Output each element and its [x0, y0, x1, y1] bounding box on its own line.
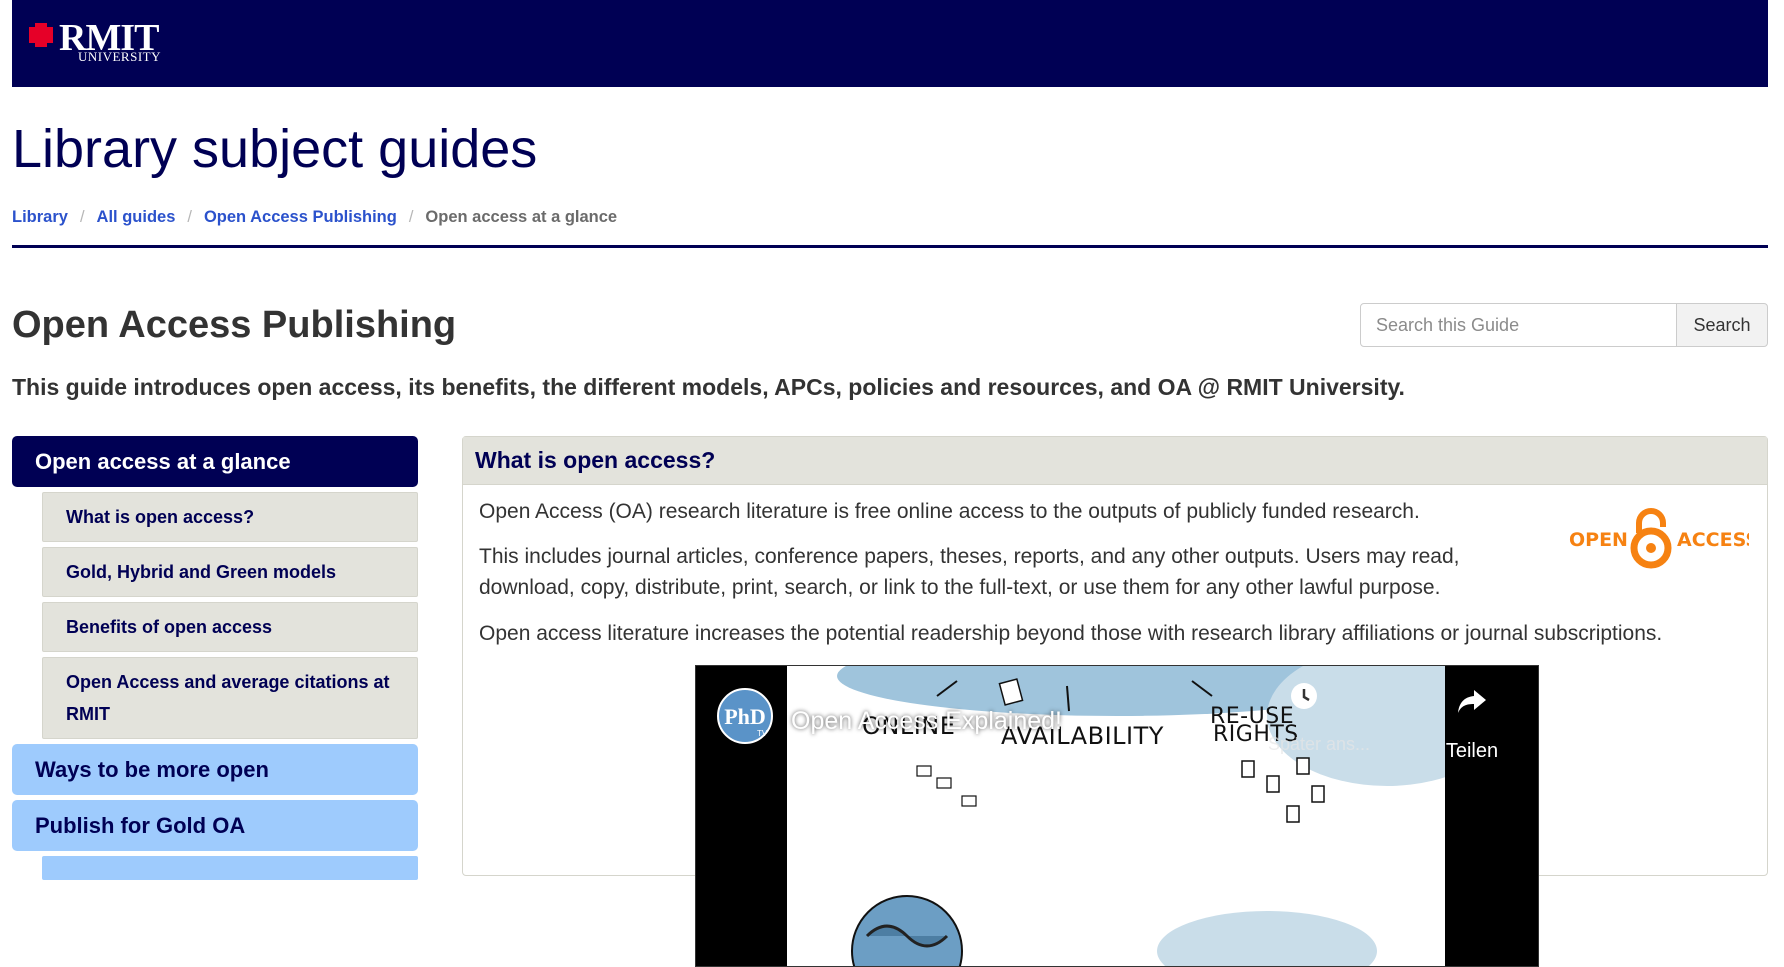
nav-item-ways-to-be-more-open[interactable]: Ways to be more open [12, 744, 418, 795]
rmit-logo[interactable]: RMIT UNIVERSITY [26, 18, 166, 72]
share-button[interactable]: Teilen [1436, 686, 1508, 762]
share-arrow-icon [1458, 690, 1486, 713]
video-player[interactable]: ONLINE AVAILABILITY RE-USE RIGHTS PhD TV… [695, 665, 1539, 967]
open-access-logo: OPEN ACCESS [1569, 508, 1749, 569]
nav-subitem-what-is-open-access[interactable]: What is open access? [42, 492, 418, 542]
search-input[interactable] [1360, 303, 1677, 347]
open-lock-icon [1630, 508, 1672, 569]
breadcrumb-current: Open access at a glance [425, 208, 618, 226]
search-button[interactable]: Search [1676, 303, 1768, 347]
guide-search: Search [1360, 303, 1768, 347]
watch-later-button[interactable]: Später ans... [1268, 681, 1370, 754]
oa-logo-right: ACCESS [1677, 529, 1749, 551]
breadcrumb-separator: / [408, 208, 414, 226]
box-heading: What is open access? [463, 437, 1767, 485]
guide-title: Open Access Publishing [12, 304, 457, 346]
nav-subitem-models[interactable]: Gold, Hybrid and Green models [42, 547, 418, 597]
breadcrumb-library[interactable]: Library [12, 208, 68, 226]
guide-description: This guide introduces open access, its b… [12, 374, 1405, 400]
breadcrumb: Library / All guides / Open Access Publishin… [12, 206, 617, 228]
svg-text:PhD: PhD [724, 704, 766, 729]
paragraph: This includes journal articles, conferen… [479, 545, 1460, 599]
logo-subtitle: UNIVERSITY [78, 49, 161, 64]
channel-avatar-icon[interactable]: PhD TV [715, 686, 775, 746]
breadcrumb-all-guides[interactable]: All guides [97, 208, 176, 226]
watch-later-label: Später ans... [1268, 734, 1371, 754]
nav-subitem-partial[interactable] [42, 856, 418, 880]
content-box: What is open access? Open Access (OA) re… [462, 436, 1768, 967]
clock-icon [1291, 683, 1317, 709]
breadcrumb-separator: / [187, 208, 192, 226]
breadcrumb-guide[interactable]: Open Access Publishing [204, 208, 397, 226]
nav-subitem-benefits[interactable]: Benefits of open access [42, 602, 418, 652]
share-label: Teilen [1445, 740, 1499, 762]
nav-item-open-access-at-a-glance[interactable]: Open access at a glance [12, 436, 418, 487]
site-header: RMIT UNIVERSITY [12, 0, 1768, 87]
nav-subitem-citations[interactable]: Open Access and average citations at RMI… [42, 657, 418, 739]
nav-item-publish-for-gold-oa[interactable]: Publish for Gold OA [12, 800, 418, 851]
video-title[interactable]: Open Access Explained! [791, 706, 1062, 736]
site-title[interactable]: Library subject guides [12, 116, 537, 182]
breadcrumb-separator: / [79, 208, 85, 226]
svg-text:TV: TV [757, 729, 768, 738]
rmit-pixel-icon [29, 23, 53, 47]
paragraph: Open Access (OA) research literature is … [479, 500, 1420, 523]
guide-navigation: Open access at a glance What is open acc… [12, 436, 418, 885]
paragraph: Open access literature increases the pot… [479, 622, 1663, 645]
header-divider [12, 245, 1768, 248]
oa-logo-left: OPEN [1569, 529, 1628, 551]
